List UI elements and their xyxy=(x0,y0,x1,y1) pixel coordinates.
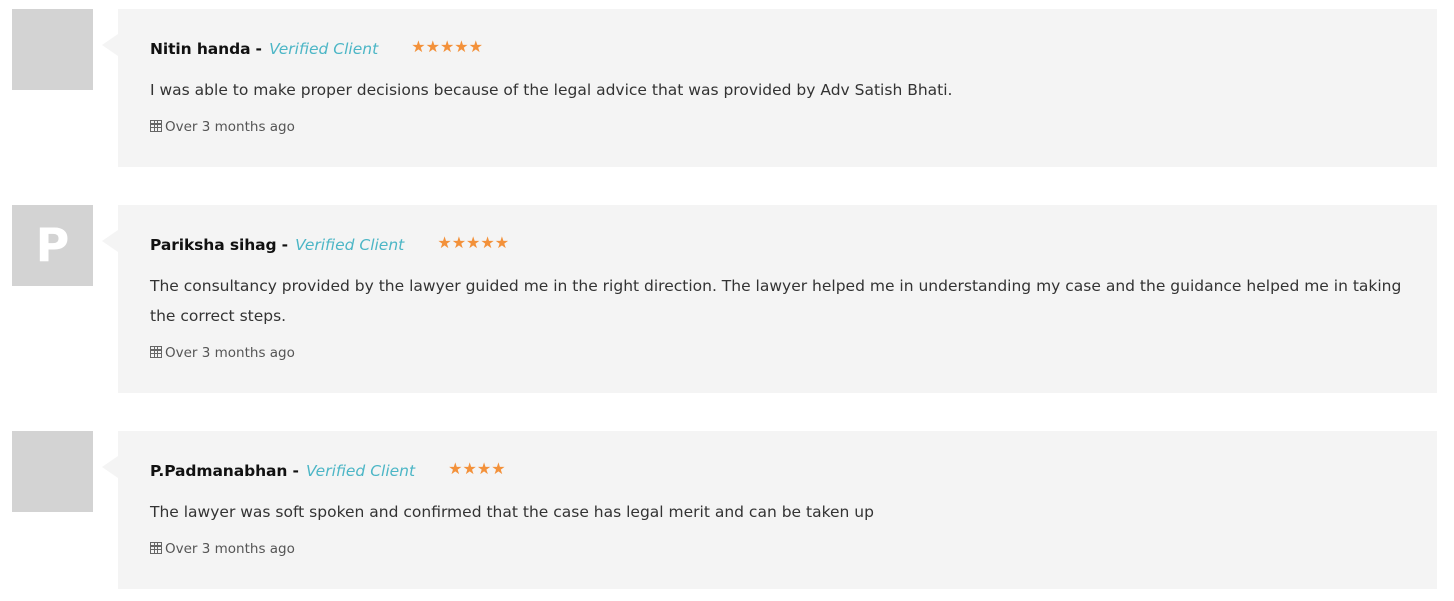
avatar xyxy=(12,431,93,512)
avatar: P xyxy=(12,205,93,286)
review-card: P.Padmanabhan - Verified Client ★★★★ The… xyxy=(102,431,1437,589)
rating-stars: ★★★★★ xyxy=(411,37,483,56)
reviewer-name: Pariksha sihag xyxy=(150,236,277,254)
calendar-icon xyxy=(150,542,162,554)
name-separator: - xyxy=(292,462,299,480)
review-date: Over 3 months ago xyxy=(150,119,295,135)
verified-badge: Verified Client xyxy=(295,236,405,254)
review-item: Nitin handa - Verified Client ★★★★★ I wa… xyxy=(0,9,1454,167)
verified-badge: Verified Client xyxy=(305,462,416,480)
review-text: The consultancy provided by the lawyer g… xyxy=(150,277,1402,325)
card-pointer xyxy=(102,34,118,56)
reviewer-name: Nitin handa xyxy=(150,40,251,58)
card-pointer xyxy=(102,230,118,252)
review-card: Nitin handa - Verified Client ★★★★★ I wa… xyxy=(102,9,1437,167)
rating-stars: ★★★★★ xyxy=(437,233,510,252)
review-date-label: Over 3 months ago xyxy=(165,119,295,135)
review-text: The lawyer was soft spoken and confirmed… xyxy=(150,503,874,521)
review-date: Over 3 months ago xyxy=(150,541,295,557)
name-separator: - xyxy=(255,40,262,58)
verified-badge: Verified Client xyxy=(269,40,379,58)
calendar-icon xyxy=(150,120,162,132)
review-text: I was able to make proper decisions beca… xyxy=(150,81,953,99)
review-date-label: Over 3 months ago xyxy=(165,345,295,361)
review-item: P.Padmanabhan - Verified Client ★★★★ The… xyxy=(0,431,1454,589)
review-date-label: Over 3 months ago xyxy=(165,541,295,557)
review-card: Pariksha sihag - Verified Client ★★★★★ T… xyxy=(102,205,1437,393)
review-item: P Pariksha sihag - Verified Client ★★★★★… xyxy=(0,205,1454,393)
review-date: Over 3 months ago xyxy=(150,345,295,361)
avatar xyxy=(12,9,93,90)
reviewer-name: P.Padmanabhan xyxy=(150,462,288,480)
name-separator: - xyxy=(281,236,289,254)
review-header: P.Padmanabhan - Verified Client ★★★★ xyxy=(150,459,506,483)
rating-stars: ★★★★ xyxy=(448,459,506,478)
review-header: Nitin handa - Verified Client ★★★★★ xyxy=(150,37,483,61)
calendar-icon xyxy=(150,346,162,358)
card-pointer xyxy=(102,456,118,478)
review-header: Pariksha sihag - Verified Client ★★★★★ xyxy=(150,233,510,257)
